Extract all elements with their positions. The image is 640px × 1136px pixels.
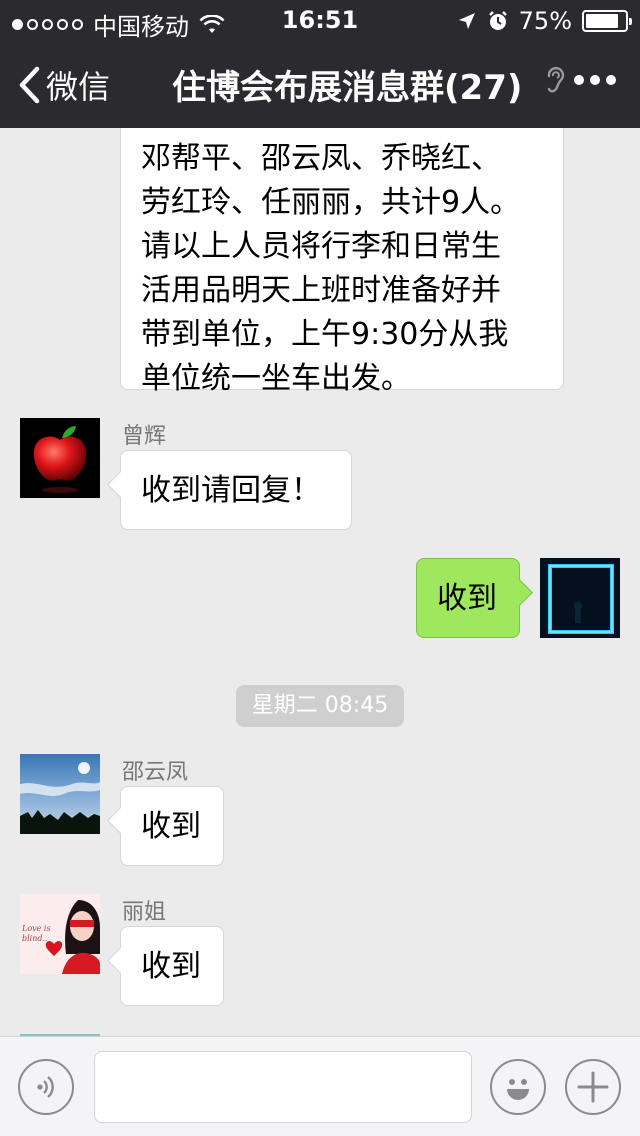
sender-name: 曾辉: [122, 424, 167, 449]
message-text: 收到请回复！: [141, 473, 321, 508]
avatar-caption: Love is blind..: [22, 924, 51, 943]
nav-bar: 微信 住博会布展消息群(27): [0, 40, 640, 128]
more-options-icon[interactable]: [574, 75, 616, 85]
top-bar: 中国移动 16:51 75% 微信 住博会布展消息群(27): [0, 0, 640, 128]
sender-name: 丽姐: [122, 900, 167, 925]
battery-percent: 75%: [518, 7, 572, 35]
smiley-face-icon: [507, 1079, 529, 1100]
message-line: 带到单位，上午9:30分从我: [141, 317, 509, 352]
message-text: 收到: [141, 809, 201, 844]
neon-square-avatar-image: [540, 558, 620, 638]
message-bubble-incoming[interactable]: 收到请回复！: [120, 450, 352, 530]
chat-title: 住博会布展消息群(27): [172, 68, 523, 108]
message-line: 请以上人员将行李和日常生: [141, 229, 501, 264]
message-bubble-announcement[interactable]: 邓帮平、邵云凤、乔晓红、 劳红玲、任丽丽，共计9人。 请以上人员将行李和日常生 …: [120, 128, 564, 396]
message-text: 收到: [141, 949, 201, 984]
battery-icon: [582, 10, 632, 32]
chat-area[interactable]: 邓帮平、邵云凤、乔晓红、 劳红玲、任丽丽，共计9人。 请以上人员将行李和日常生 …: [0, 128, 640, 1036]
voice-input-button[interactable]: [18, 1059, 74, 1115]
emoji-button[interactable]: [490, 1059, 546, 1115]
message-line: 劳红玲、任丽丽，共计9人。: [141, 185, 521, 220]
voice-icon: [37, 1076, 54, 1098]
message-line: 活用品明天上班时准备好并: [141, 273, 501, 308]
more-plus-button[interactable]: [565, 1059, 621, 1115]
avatar-self[interactable]: [540, 558, 620, 638]
message-bubble-incoming[interactable]: 收到: [120, 786, 224, 866]
message-input[interactable]: [94, 1051, 472, 1123]
location-arrow-icon: [458, 13, 475, 29]
sender-name: 邵云凤: [122, 760, 189, 785]
red-apple-avatar-image: [20, 418, 100, 498]
chevron-left-icon: [19, 66, 40, 104]
message-line: 邓帮平、邵云凤、乔晓红、: [141, 141, 501, 176]
avatar-zeng-hui[interactable]: [20, 418, 100, 498]
avatar-shao-yun-feng[interactable]: [20, 754, 100, 834]
status-right: 75%: [457, 7, 632, 35]
message-line: 单位统一坐车出发。: [141, 361, 411, 396]
sky-trees-avatar-image: [20, 754, 100, 834]
timestamp-separator: 星期二 08:45: [236, 685, 404, 727]
earpiece-mode-icon[interactable]: [544, 64, 566, 96]
status-bar: 中国移动 16:51 75%: [0, 0, 640, 41]
message-text: 邓帮平、邵云凤、乔晓红、 劳红玲、任丽丽，共计9人。 请以上人员将行李和日常生 …: [141, 137, 543, 401]
message-text: 收到: [437, 581, 497, 616]
message-bubble-incoming[interactable]: 收到: [120, 926, 224, 1006]
plus-icon: [577, 1071, 609, 1103]
nav-right-icons: [544, 64, 616, 96]
avatar-li-jie[interactable]: Love is blind..: [20, 894, 100, 974]
message-bubble-outgoing[interactable]: 收到: [416, 558, 520, 638]
back-button[interactable]: 微信: [18, 62, 110, 108]
alarm-clock-icon: [488, 11, 507, 30]
back-label: 微信: [46, 68, 111, 106]
input-bar: [0, 1036, 640, 1136]
